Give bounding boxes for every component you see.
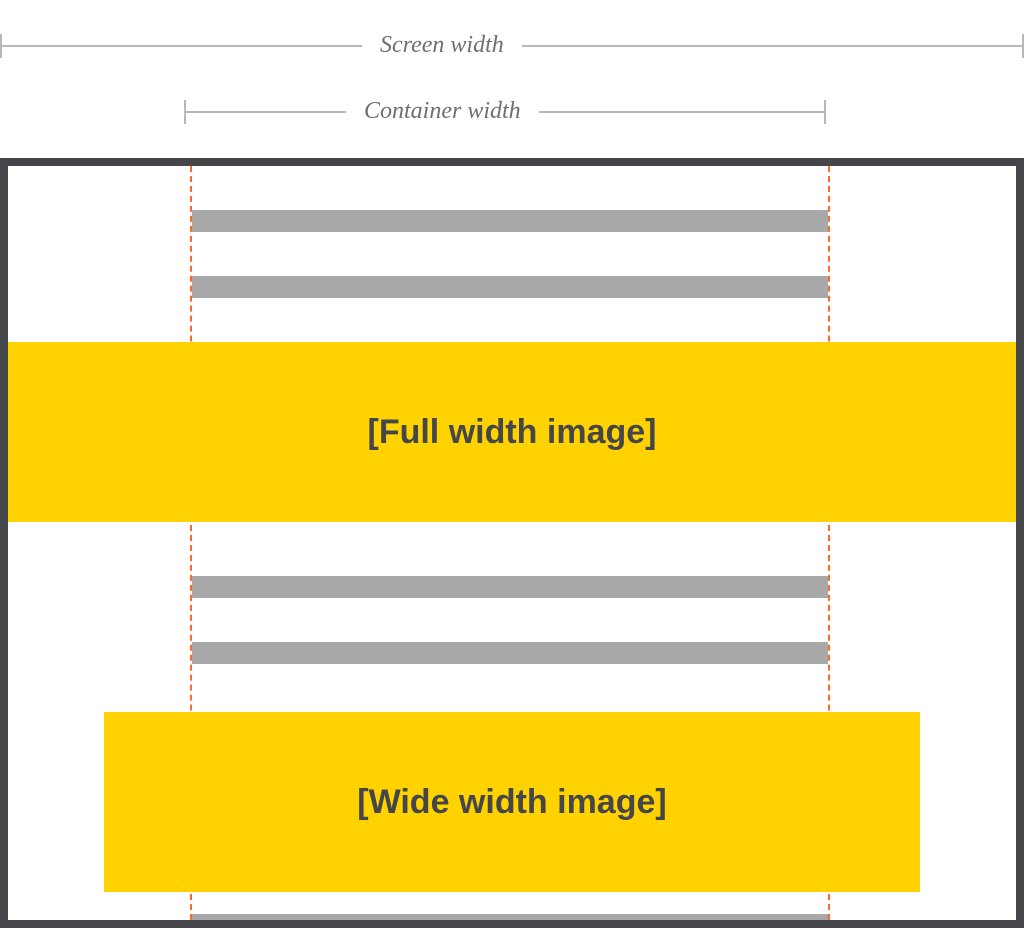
full-width-image-block: [Full width image] xyxy=(8,342,1016,522)
dim-line xyxy=(2,45,362,47)
screen-width-indicator: Screen width xyxy=(0,32,1024,59)
text-line xyxy=(192,276,828,298)
dim-line xyxy=(539,111,824,113)
container-width-indicator: Container width xyxy=(184,98,826,125)
dim-line xyxy=(186,111,346,113)
container-width-label: Container width xyxy=(364,98,521,125)
wide-width-image-label: [Wide width image] xyxy=(357,783,666,822)
wide-width-image-block: [Wide width image] xyxy=(104,712,920,892)
text-line xyxy=(192,642,828,664)
diagram-stage: Screen width Container width [Full width… xyxy=(0,0,1024,928)
full-width-image-label: [Full width image] xyxy=(368,413,657,452)
text-line xyxy=(192,210,828,232)
text-line xyxy=(192,914,828,928)
dim-cap-right xyxy=(824,100,826,124)
text-line xyxy=(192,576,828,598)
screen-width-label: Screen width xyxy=(380,32,504,59)
dim-line xyxy=(522,45,1022,47)
browser-frame: [Full width image] [Wide width image] xyxy=(0,158,1024,928)
